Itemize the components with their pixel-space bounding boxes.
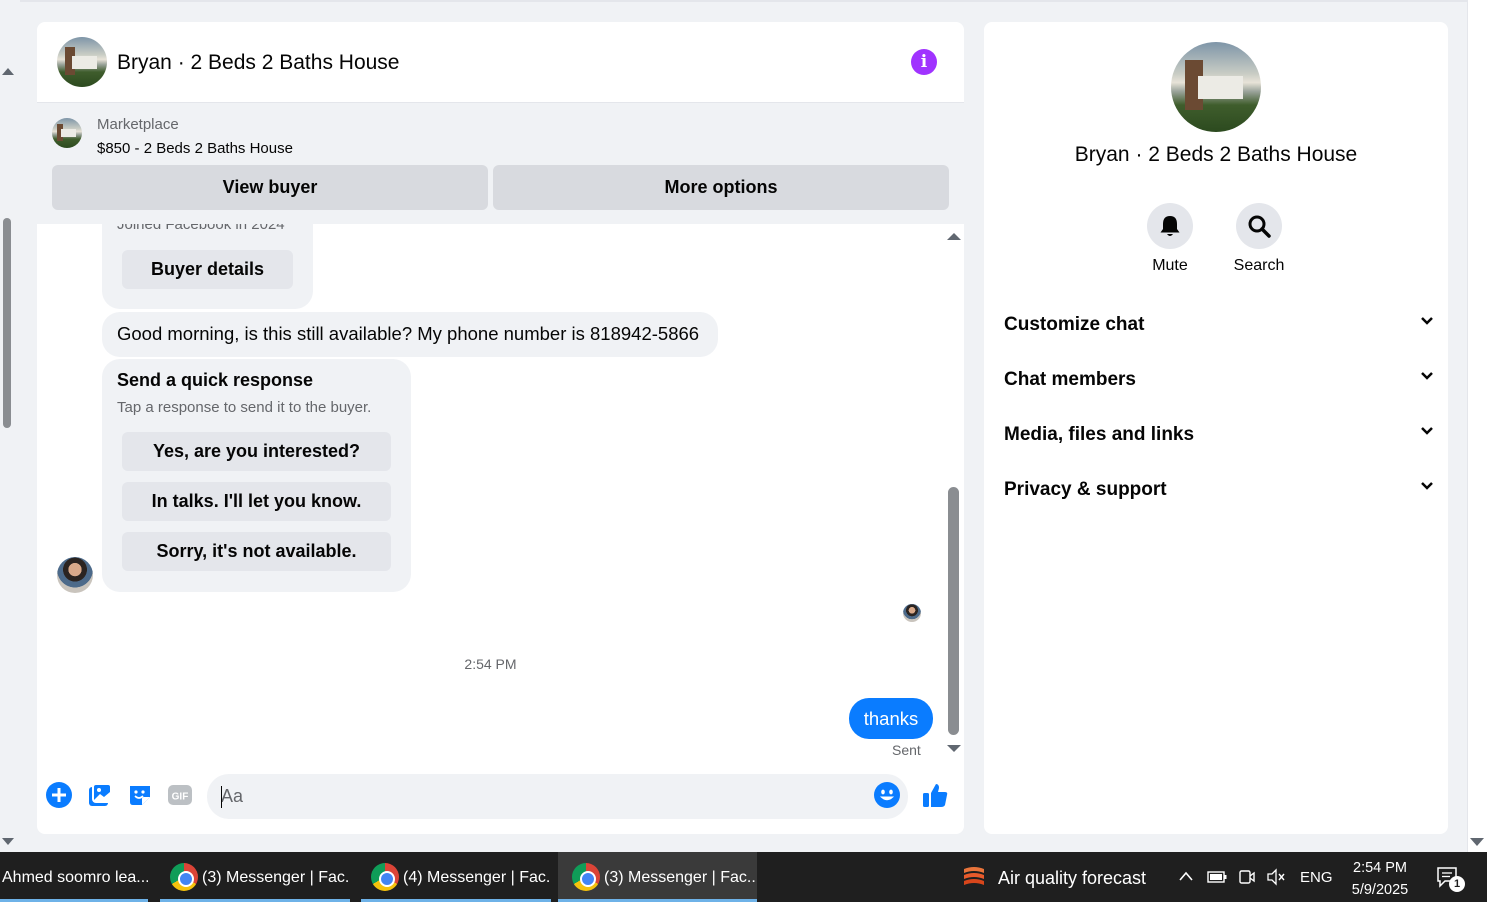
listing-title[interactable]: $850 - 2 Beds 2 Baths House [97,140,293,157]
chat-title[interactable]: Bryan · 2 Beds 2 Baths House [117,51,400,75]
battery-icon[interactable] [1207,870,1227,884]
notification-count-badge: 1 [1449,876,1465,892]
system-clock[interactable]: 2:54 PM 5/9/2025 [1340,857,1420,901]
chrome-icon [572,863,600,891]
section-title: Chat members [1004,369,1136,390]
incoming-message: Good morning, is this still available? M… [102,312,718,357]
scroll-down-arrow-icon[interactable] [947,745,961,752]
taskbar-item-messenger-3[interactable]: (3) Messenger | Fac... [558,852,757,902]
gif-icon[interactable]: GIF [166,781,194,809]
chevron-down-icon [1421,317,1433,325]
taskbar-item-ahmed[interactable]: Ahmed soomro lea... [0,852,148,902]
sticker-icon[interactable] [126,781,154,809]
marketplace-banner: Marketplace $850 - 2 Beds 2 Baths House … [37,103,964,224]
outgoing-message: thanks [849,698,933,739]
section-customize-chat[interactable]: Customize chat [1004,304,1434,344]
svg-text:GIF: GIF [172,792,189,803]
quick-reply-yes-button[interactable]: Yes, are you interested? [122,432,391,471]
search-button[interactable]: Search [1219,203,1299,275]
scroll-thumb[interactable] [3,218,11,428]
quick-response-title: Send a quick response [117,370,314,390]
image-icon[interactable] [86,781,114,809]
message-scrollbar[interactable] [944,224,964,762]
section-media-files-links[interactable]: Media, files and links [1004,414,1434,454]
buyer-details-button[interactable]: Buyer details [122,250,293,289]
task-label: (4) Messenger | Fac... [403,869,551,886]
read-receipt-avatar [903,604,921,622]
scroll-up-arrow-icon[interactable] [947,233,961,240]
chevron-down-icon [1421,427,1433,435]
more-options-button[interactable]: More options [493,165,949,210]
chrome-icon [371,863,399,891]
quick-response-card: Send a quick response Tap a response to … [102,359,411,592]
profile-avatar[interactable] [1171,42,1261,132]
delivery-status: Sent [892,742,921,758]
task-label: (3) Messenger | Fac... [202,869,350,886]
notification-center-icon[interactable]: 1 [1436,866,1465,892]
scroll-down-arrow-icon[interactable] [2,838,14,845]
listing-thumbnail[interactable] [52,118,82,148]
clock-time: 2:54 PM [1353,860,1407,876]
message-timestamp: 2:54 PM [464,656,517,672]
task-label: Ahmed soomro lea... [2,869,148,886]
section-privacy-support[interactable]: Privacy & support [1004,469,1434,509]
chevron-up-icon[interactable] [1178,870,1194,882]
emoji-icon[interactable] [873,781,901,809]
marketplace-label: Marketplace [97,116,179,133]
view-buyer-button[interactable]: View buyer [52,165,488,210]
weather-widget[interactable]: Air quality forecast [998,852,1146,902]
chat-header: Bryan · 2 Beds 2 Baths House i [37,22,964,103]
section-title: Customize chat [1004,314,1145,335]
conversation-avatar[interactable] [57,37,107,87]
quick-response-subtitle: Tap a response to send it to the buyer. [117,399,372,416]
conversation-details-panel: Bryan · 2 Beds 2 Baths House Mute Search… [984,22,1448,834]
message-list: Joined Facebook in 2024 Buyer details Go… [37,224,964,762]
buyer-avatar[interactable] [57,557,93,593]
page-scrollbar[interactable] [0,0,16,852]
section-title: Media, files and links [1004,424,1195,445]
search-icon [1248,215,1271,238]
scroll-up-arrow-icon[interactable] [2,68,14,75]
chevron-down-icon [1421,482,1433,490]
message-text: Good morning, is this still available? M… [117,323,700,344]
profile-name: Bryan · 2 Beds 2 Baths House [1074,143,1358,166]
search-label: Search [1233,257,1285,274]
top-divider [20,0,1467,2]
air-quality-icon[interactable] [960,863,988,891]
speaker-muted-icon[interactable] [1266,868,1286,886]
section-title: Privacy & support [1004,479,1167,500]
buyer-info-bubble: Joined Facebook in 2024 Buyer details [102,224,313,309]
taskbar-item-messenger-2[interactable]: (4) Messenger | Fac... [361,852,551,902]
windows-taskbar: Ahmed soomro lea... (3) Messenger | Fac.… [0,852,1487,902]
message-input[interactable] [207,774,908,819]
clock-date: 5/9/2025 [1351,882,1409,898]
chrome-icon [170,863,198,891]
text-caret [221,786,222,808]
composer-bar: GIF [37,762,964,834]
quick-reply-not-available-button[interactable]: Sorry, it's not available. [122,532,391,571]
info-icon[interactable]: i [911,49,937,75]
window-right-edge [1467,0,1487,852]
chat-panel: Bryan · 2 Beds 2 Baths House i Marketpla… [37,22,964,834]
joined-text: Joined Facebook in 2024 [117,224,285,233]
scroll-thumb[interactable] [948,487,959,735]
scroll-down-arrow-icon[interactable] [1470,838,1484,846]
taskbar-item-messenger-1[interactable]: (3) Messenger | Fac... [160,852,350,902]
camera-icon[interactable] [1238,868,1256,886]
thumbs-up-icon[interactable] [921,781,949,809]
mute-button[interactable]: Mute [1130,203,1210,275]
language-indicator[interactable]: ENG [1300,852,1333,902]
task-label: (3) Messenger | Fac... [604,869,757,886]
quick-reply-in-talks-button[interactable]: In talks. I'll let you know. [122,482,391,521]
bell-icon [1160,216,1180,236]
chevron-down-icon [1421,372,1433,380]
plus-icon[interactable] [45,781,73,809]
section-chat-members[interactable]: Chat members [1004,359,1434,399]
mute-label: Mute [1152,257,1188,274]
